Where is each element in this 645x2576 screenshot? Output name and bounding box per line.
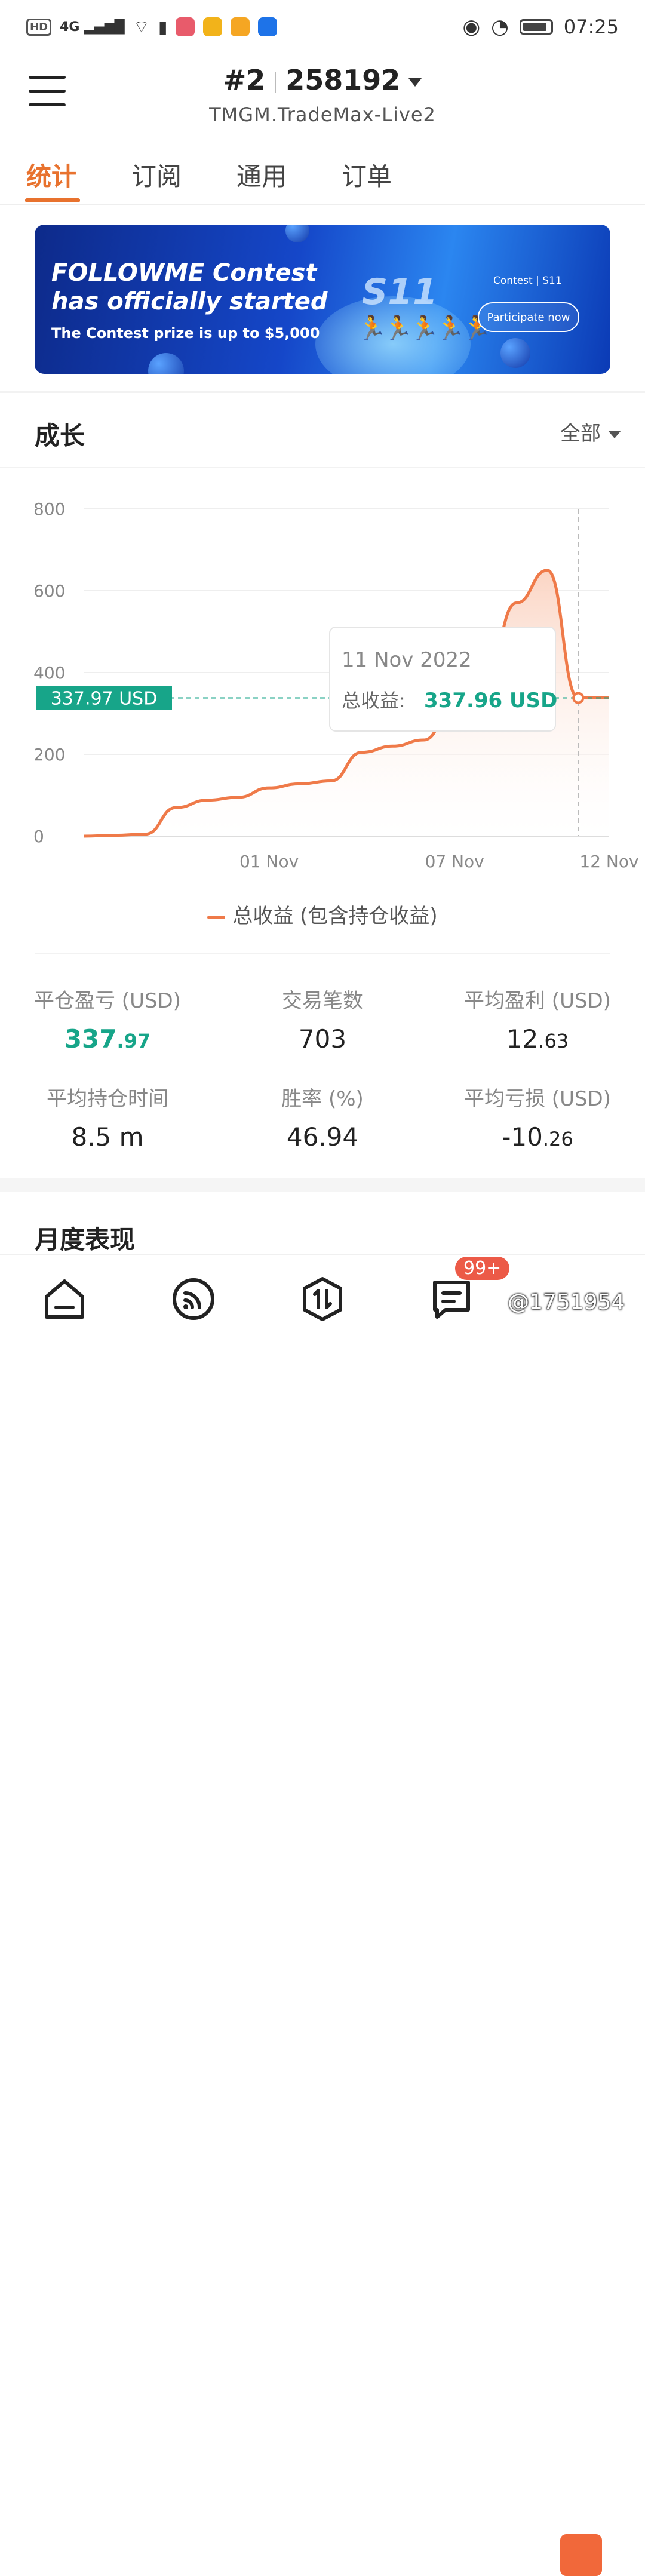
- app-notification-icon: [176, 17, 195, 36]
- clock: 07:25: [563, 16, 619, 38]
- runners-graphic: 🏃🏃🏃🏃🏃: [357, 315, 492, 342]
- contest-banner[interactable]: S11 FOLLOWME Contest has officially star…: [35, 225, 610, 374]
- messages-icon[interactable]: [428, 1275, 475, 1323]
- x-tick-label: 07 Nov: [425, 852, 484, 871]
- battery-icon: [519, 19, 553, 35]
- tooltip-box: [329, 627, 556, 732]
- stat-label: 平均持仓时间: [47, 1087, 168, 1111]
- stat-item: 平均持仓时间 8.5 m: [0, 1082, 215, 1152]
- stat-item: 平仓盈亏 (USD) 337.97: [0, 984, 215, 1054]
- tooltip-label: 总收益:: [342, 689, 406, 712]
- tooltip-value: 337.96 USD: [424, 689, 557, 713]
- stat-value: -10.26: [502, 1122, 573, 1152]
- feed-icon[interactable]: [170, 1275, 217, 1323]
- watermark: @1751954: [508, 1290, 625, 1315]
- home-icon[interactable]: [41, 1275, 88, 1323]
- tab-orders[interactable]: 订单: [342, 156, 392, 193]
- x-tick-label: 12 Nov: [579, 852, 638, 871]
- stat-item: 胜率 (%) 46.94: [215, 1082, 430, 1152]
- trade-icon[interactable]: [299, 1275, 346, 1323]
- active-tab-indicator: [25, 198, 80, 202]
- y-tick-label: 200: [33, 745, 65, 764]
- alert-icon: ▮: [158, 17, 168, 37]
- legend-label: 总收益 (包含持仓收益): [232, 904, 438, 928]
- tab-statistics[interactable]: 统计: [26, 156, 76, 193]
- account-selector[interactable]: #2 258192: [0, 64, 645, 96]
- banner-title-line2: has officially started: [51, 288, 328, 315]
- server-name: TMGM.TradeMax-Live2: [209, 103, 436, 126]
- current-value-label: 337.97 USD: [51, 688, 158, 709]
- chart-legend[interactable]: 总收益 (包含持仓收益): [0, 899, 645, 929]
- unread-badge: 99+: [455, 1257, 510, 1280]
- stat-value: 337.97: [64, 1024, 151, 1054]
- tab-general[interactable]: 通用: [236, 156, 287, 193]
- season-badge: S11: [362, 271, 438, 313]
- banner-title-line1: FOLLOWME Contest: [51, 259, 317, 287]
- divider: [35, 953, 610, 954]
- y-tick-label: 0: [33, 827, 44, 846]
- tooltip-date: 11 Nov 2022: [342, 648, 472, 672]
- account-number: 258192: [285, 64, 401, 96]
- tab-bar: 统计 订阅 通用 订单: [0, 151, 645, 205]
- stat-label: 平仓盈亏 (USD): [34, 989, 181, 1013]
- stat-label: 平均盈利 (USD): [464, 989, 611, 1013]
- divider: [0, 467, 645, 468]
- account-prefix: #2: [223, 64, 266, 96]
- hd-indicator: HD: [26, 18, 52, 36]
- caret-down-icon: [608, 431, 621, 438]
- divider: [0, 391, 645, 393]
- growth-title: 成长: [35, 421, 85, 450]
- stat-item: 平均亏损 (USD) -10.26: [430, 1082, 645, 1152]
- status-bar: HD 4G ▂▄▆█ ⌔ ▮ ◉ ◔ 07:25: [0, 0, 645, 54]
- monthly-title: 月度表现: [35, 1225, 136, 1254]
- tab-subscribe[interactable]: 订阅: [131, 156, 182, 193]
- caret-down-icon: [408, 78, 422, 87]
- signal-icon: 4G ▂▄▆█: [60, 19, 125, 35]
- y-tick-label: 600: [33, 581, 65, 601]
- stat-item: 平均盈利 (USD) 12.63: [430, 984, 645, 1054]
- participate-button[interactable]: Participate now: [478, 302, 579, 332]
- banner-subtitle: The Contest prize is up to $5,000: [51, 325, 320, 342]
- section-gap: [0, 1178, 645, 1192]
- wifi-icon: ⌔: [133, 17, 150, 38]
- contest-tag: Contest | S11: [493, 275, 562, 287]
- y-tick-label: 400: [33, 663, 65, 683]
- stat-label: 平均亏损 (USD): [464, 1087, 611, 1111]
- header: #2 258192 TMGM.TradeMax-Live2: [0, 57, 645, 146]
- tooltip-marker: [572, 692, 585, 704]
- mail-notification-icon: [203, 17, 223, 36]
- legend-swatch: [207, 915, 226, 919]
- stat-value: 703: [298, 1024, 347, 1054]
- period-filter-label: 全部: [560, 422, 601, 446]
- stat-value: 46.94: [286, 1122, 359, 1152]
- profile-icon[interactable]: [560, 2534, 602, 2576]
- app-notification-icon: [231, 17, 250, 36]
- eye-icon: ◉: [462, 15, 481, 39]
- stat-item: 交易笔数 703: [215, 984, 430, 1054]
- stat-label: 胜率 (%): [281, 1087, 364, 1111]
- stat-label: 交易笔数: [282, 989, 363, 1013]
- y-tick-label: 800: [33, 499, 65, 519]
- stat-value: 8.5 m: [71, 1122, 144, 1152]
- speed-icon: ◔: [491, 15, 509, 39]
- stat-value: 12.63: [506, 1024, 569, 1054]
- period-filter[interactable]: 全部: [560, 417, 621, 446]
- x-tick-label: 01 Nov: [239, 852, 299, 871]
- growth-chart[interactable]: 0 200 400 600 800 01 Nov 07 Nov 12 Nov 337.97 US…: [0, 490, 645, 872]
- bulb-notification-icon: [258, 17, 278, 36]
